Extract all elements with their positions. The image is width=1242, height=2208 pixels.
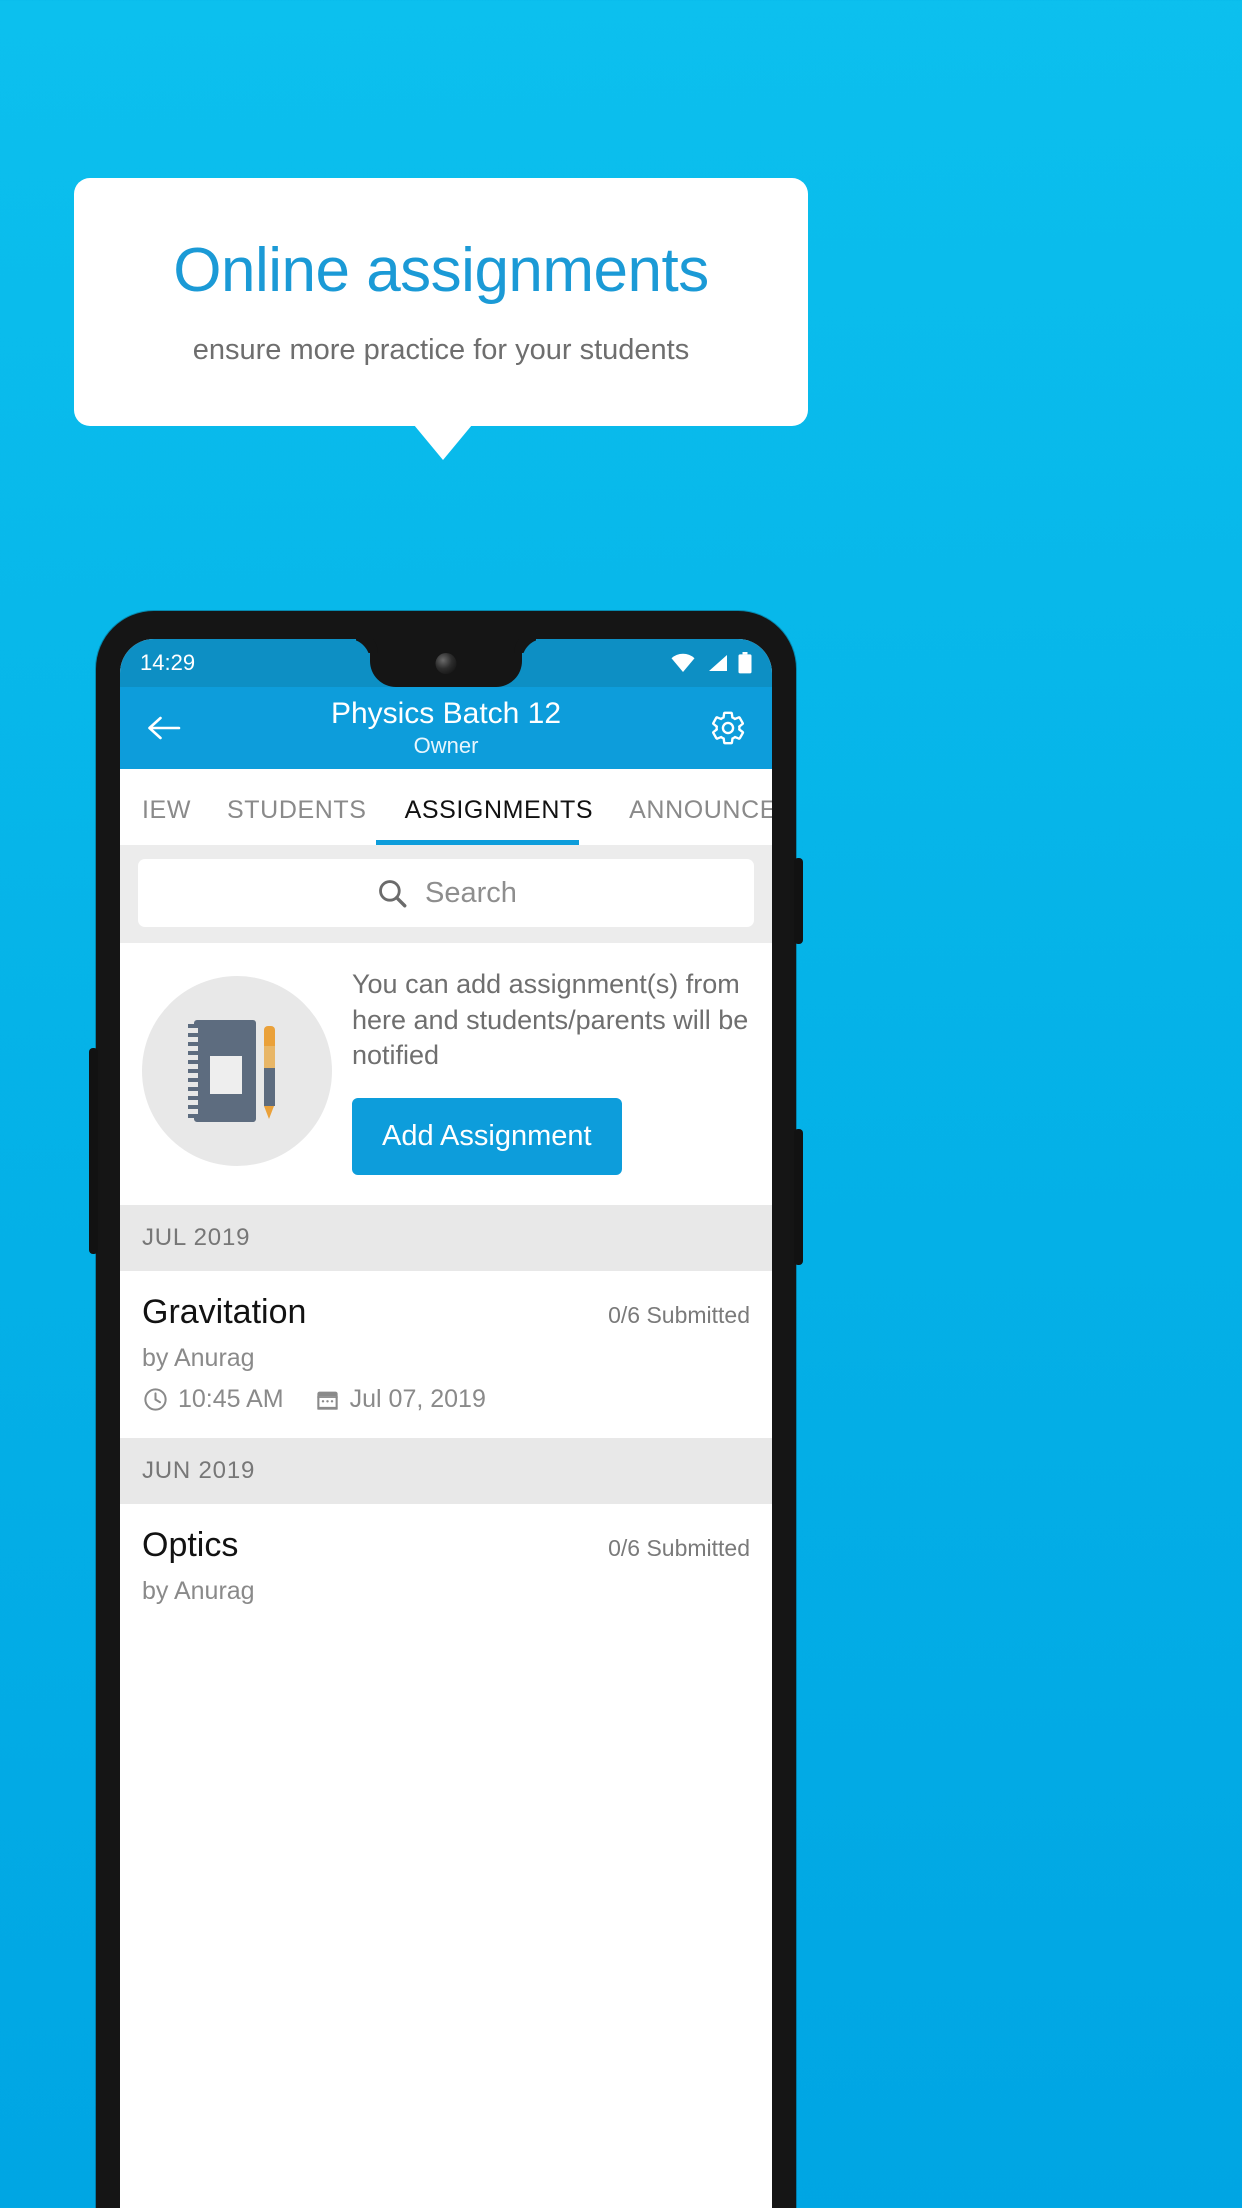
back-button[interactable]	[140, 704, 188, 752]
promo-title: Online assignments	[173, 236, 709, 306]
tab-students[interactable]: STUDENTS	[227, 796, 405, 845]
settings-button[interactable]	[704, 704, 752, 752]
pen-shape	[264, 1025, 275, 1119]
tab-assignments[interactable]: ASSIGNMENTS	[405, 796, 630, 845]
assignment-meta: 10:45 AM Jul 07, 2019	[142, 1385, 750, 1414]
phone-notch	[370, 639, 522, 687]
app-bar: Physics Batch 12 Owner	[120, 687, 772, 769]
page-subtitle: Owner	[413, 733, 479, 759]
phone-power-button[interactable]	[794, 858, 803, 944]
assignment-author: by Anurag	[142, 1343, 255, 1372]
assignment-date: Jul 07, 2019	[349, 1384, 486, 1413]
promo-callout-card: Online assignments ensure more practice …	[74, 178, 808, 426]
back-arrow-icon	[146, 714, 182, 742]
empty-state-content: You can add assignment(s) from here and …	[352, 967, 754, 1175]
phone-mockup: 14:29 Physics Batch 12 Owner IEW STUDENT…	[89, 611, 803, 2208]
battery-icon	[738, 652, 752, 674]
promo-subtitle: ensure more practice for your students	[192, 333, 690, 366]
calendar-icon	[314, 1386, 341, 1413]
notebook-shape	[194, 1019, 256, 1122]
assignment-time: 10:45 AM	[178, 1384, 284, 1413]
assignment-author: by Anurag	[142, 1576, 255, 1605]
notebook-window-shape	[210, 1055, 242, 1094]
add-assignment-button[interactable]: Add Assignment	[352, 1097, 622, 1175]
assignment-title: Optics	[142, 1525, 239, 1564]
status-badge: 0/6 Submitted	[608, 1301, 750, 1328]
phone-side-button[interactable]	[89, 1048, 98, 1254]
promo-callout-tail	[414, 425, 472, 460]
status-badge: 0/6 Submitted	[608, 1534, 750, 1561]
gear-icon	[709, 709, 747, 747]
front-camera-icon	[435, 653, 457, 674]
status-bar-icons	[670, 652, 752, 674]
signal-icon	[705, 653, 729, 673]
search-input[interactable]: Search	[138, 859, 754, 927]
wifi-icon	[670, 653, 696, 673]
table-row[interactable]: Optics 0/6 Submitted by Anurag	[120, 1503, 772, 1630]
assignment-row-header: Gravitation 0/6 Submitted	[142, 1293, 750, 1332]
tab-overview[interactable]: IEW	[120, 796, 227, 845]
notebook-spiral-shape	[188, 1023, 198, 1118]
page-title: Physics Batch 12	[330, 696, 562, 730]
status-bar-time: 14:29	[140, 650, 196, 675]
notebook-pen-icon	[142, 975, 332, 1166]
empty-state: You can add assignment(s) from here and …	[120, 943, 772, 1205]
month-header-jun: JUN 2019	[120, 1437, 772, 1504]
phone-screen: 14:29 Physics Batch 12 Owner IEW STUDENT…	[120, 639, 772, 2208]
phone-volume-button[interactable]	[794, 1129, 803, 1265]
tab-announcements[interactable]: ANNOUNCEM	[629, 796, 772, 845]
tab-active-underline	[376, 840, 579, 845]
empty-state-message: You can add assignment(s) from here and …	[352, 969, 749, 1071]
search-icon	[375, 876, 409, 910]
tab-bar[interactable]: IEW STUDENTS ASSIGNMENTS ANNOUNCEM	[120, 769, 772, 845]
search-placeholder: Search	[425, 876, 517, 909]
appbar-title-group: Physics Batch 12 Owner	[120, 687, 772, 769]
assignment-title: Gravitation	[142, 1292, 307, 1331]
search-bar-container: Search	[120, 845, 772, 943]
clock-icon	[142, 1386, 169, 1413]
month-header-jul: JUL 2019	[120, 1204, 772, 1271]
table-row[interactable]: Gravitation 0/6 Submitted by Anurag 10:4…	[120, 1270, 772, 1438]
assignment-row-header: Optics 0/6 Submitted	[142, 1526, 750, 1565]
